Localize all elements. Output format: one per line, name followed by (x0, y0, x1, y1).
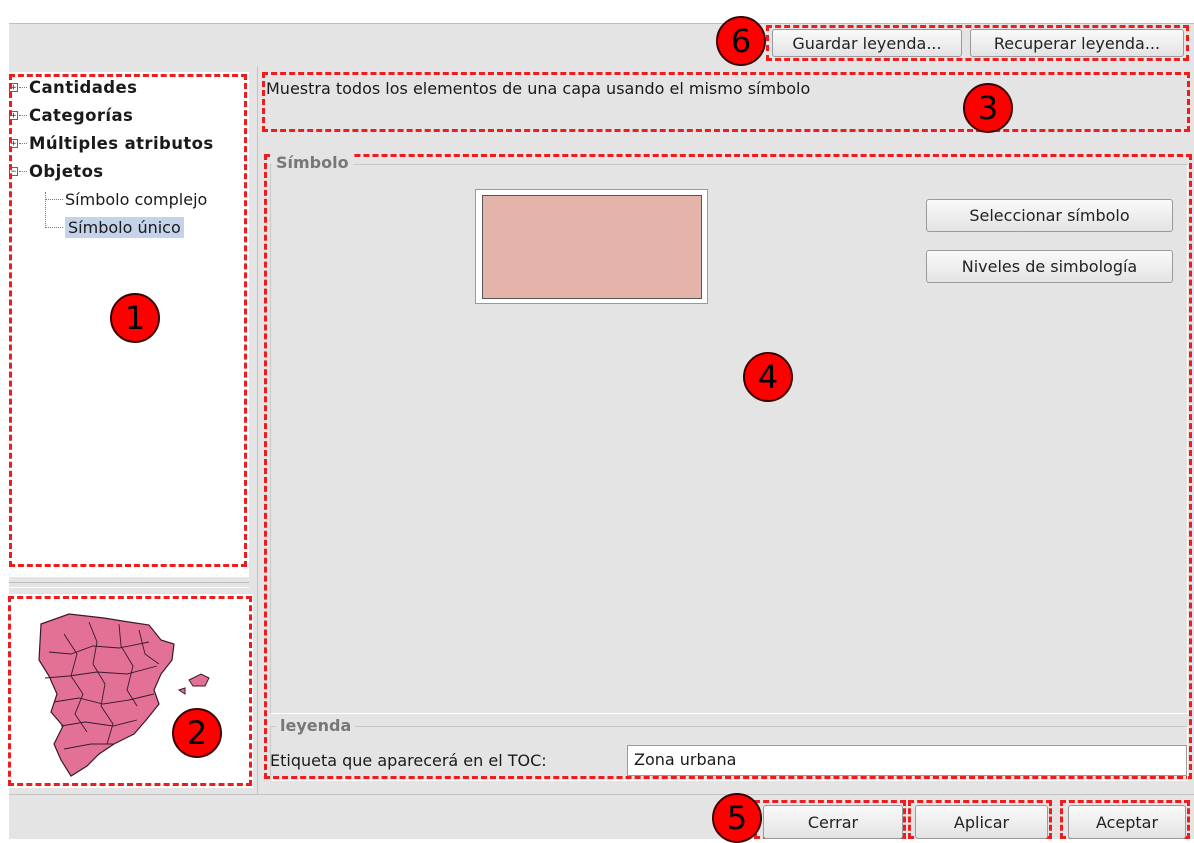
annotation-marker-1: 1 (110, 293, 160, 343)
annotation-marker-2: 2 (172, 708, 222, 758)
load-legend-button[interactable]: Recuperar leyenda... (970, 29, 1184, 57)
accept-button[interactable]: Aceptar (1068, 805, 1186, 839)
symbol-swatch-frame[interactable] (475, 189, 708, 304)
annotation-box-2 (8, 596, 252, 786)
symbol-group (270, 164, 1188, 714)
symbol-swatch[interactable] (482, 195, 702, 299)
symbology-levels-button[interactable]: Niveles de simbología (926, 250, 1173, 283)
annotation-marker-3: 3 (963, 83, 1013, 133)
annotation-box-3 (262, 72, 1190, 132)
save-legend-button[interactable]: Guardar leyenda... (772, 29, 962, 57)
toc-label-text: Etiqueta que aparecerá en el TOC: (270, 751, 547, 770)
annotation-marker-5: 5 (712, 793, 762, 843)
close-button[interactable]: Cerrar (763, 805, 903, 839)
symbol-group-title: Símbolo (272, 153, 353, 172)
select-symbol-button[interactable]: Seleccionar símbolo (926, 199, 1173, 232)
apply-button[interactable]: Aplicar (915, 805, 1048, 839)
legend-group-title: leyenda (276, 716, 356, 735)
annotation-marker-6: 6 (716, 16, 766, 66)
annotation-marker-4: 4 (743, 352, 793, 402)
splitter[interactable] (9, 582, 249, 588)
toc-label-input[interactable]: Zona urbana (627, 745, 1187, 776)
